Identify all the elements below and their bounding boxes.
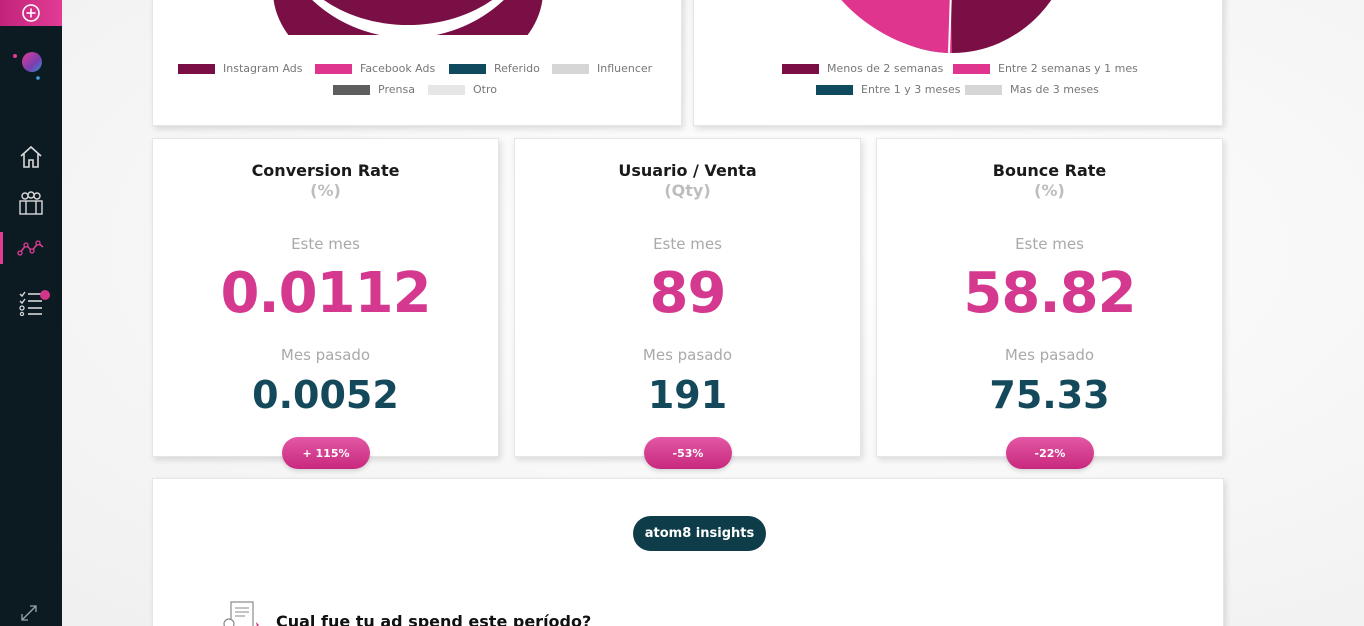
metric-card-conversion-rate: Conversion Rate (%) Este mes 0.0112 Mes …: [152, 138, 499, 457]
current-value: 58.82: [963, 261, 1136, 326]
legend-swatch: [552, 63, 589, 74]
previous-label: Mes pasado: [280, 346, 371, 364]
change-badge: -53%: [644, 437, 732, 469]
time-pie: [834, 0, 1084, 54]
legend-swatch: [953, 63, 990, 74]
previous-value: 0.0052: [252, 373, 399, 417]
nav-home[interactable]: [0, 137, 62, 177]
legend-swatch: [782, 63, 819, 74]
add-icon: [22, 4, 40, 22]
logo[interactable]: [12, 46, 50, 82]
nav-checklist[interactable]: [0, 282, 62, 322]
pie-slice-entre-2-semanas-y-1-mes: [841, 0, 952, 53]
legend-item: Influencer: [552, 62, 652, 75]
insights-card: atom8 insights Cual fue tu ad spend este…: [152, 478, 1224, 626]
previous-value: 75.33: [989, 373, 1110, 417]
nav-analytics[interactable]: [0, 228, 62, 268]
legend-label: Referido: [494, 62, 540, 75]
legend-item: Prensa: [333, 83, 415, 96]
previous-label: Mes pasado: [1004, 346, 1095, 364]
team-icon: [19, 191, 43, 215]
legend-swatch: [333, 84, 370, 95]
legend-label: Entre 2 semanas y 1 mes: [998, 62, 1138, 75]
document-icon: [223, 601, 259, 626]
previous-value: 191: [647, 373, 728, 417]
metric-title: Bounce Rate: [992, 161, 1107, 180]
previous-label: Mes pasado: [642, 346, 733, 364]
legend-swatch: [178, 63, 215, 74]
add-button[interactable]: [0, 0, 62, 26]
metric-unit: (%): [310, 181, 341, 200]
metric-title: Usuario / Venta: [618, 161, 757, 180]
source-pie: [273, 0, 543, 35]
analytics-icon: [17, 240, 44, 256]
insights-button[interactable]: atom8 insights: [633, 516, 766, 551]
metric-title: Conversion Rate: [251, 161, 400, 180]
nav-team[interactable]: [0, 183, 62, 223]
legend-item: Mas de 3 meses: [965, 83, 1099, 96]
legend-item: Referido: [449, 62, 540, 75]
current-value: 0.0112: [220, 261, 431, 326]
source-chart-card: Instagram Ads Facebook Ads Referido Infl…: [152, 0, 682, 126]
legend-swatch: [965, 84, 1002, 95]
metric-card-usuario-venta: Usuario / Venta (Qty) Este mes 89 Mes pa…: [514, 138, 861, 457]
expand-icon[interactable]: [18, 602, 40, 624]
current-value: 89: [649, 261, 727, 326]
legend-swatch: [449, 63, 486, 74]
legend-label: Entre 1 y 3 meses: [861, 83, 961, 96]
home-icon: [20, 145, 42, 168]
change-badge: + 115%: [282, 437, 370, 469]
legend-swatch: [428, 84, 465, 95]
legend-swatch: [816, 84, 853, 95]
legend-label: Mas de 3 meses: [1010, 83, 1099, 96]
legend-item: Entre 1 y 3 meses: [816, 83, 961, 96]
legend-label: Influencer: [597, 62, 653, 75]
notification-badge: [40, 290, 50, 300]
legend-label: Otro: [473, 83, 497, 96]
legend-item: Instagram Ads: [178, 62, 303, 75]
metric-unit: (%): [1034, 181, 1065, 200]
legend-item: Entre 2 semanas y 1 mes: [953, 62, 1138, 75]
legend-item: Menos de 2 semanas: [782, 62, 943, 75]
legend-label: Prensa: [378, 83, 415, 96]
current-label: Este mes: [291, 235, 360, 253]
current-label: Este mes: [1015, 235, 1084, 253]
change-badge: -22%: [1006, 437, 1094, 469]
metric-card-bounce-rate: Bounce Rate (%) Este mes 58.82 Mes pasad…: [876, 138, 1223, 457]
legend-label: Facebook Ads: [360, 62, 436, 75]
time-chart-card: Menos de 2 semanas Entre 2 semanas y 1 m…: [693, 0, 1223, 126]
sidebar: [0, 0, 62, 626]
legend-swatch: [315, 63, 352, 74]
legend-item: Facebook Ads: [315, 62, 435, 75]
legend-label: Instagram Ads: [223, 62, 303, 75]
current-label: Este mes: [653, 235, 722, 253]
metric-unit: (Qty): [664, 181, 711, 200]
legend-label: Menos de 2 semanas: [827, 62, 944, 75]
insight-question: Cual fue tu ad spend este período?: [276, 612, 592, 626]
legend-item: Otro: [428, 83, 497, 96]
